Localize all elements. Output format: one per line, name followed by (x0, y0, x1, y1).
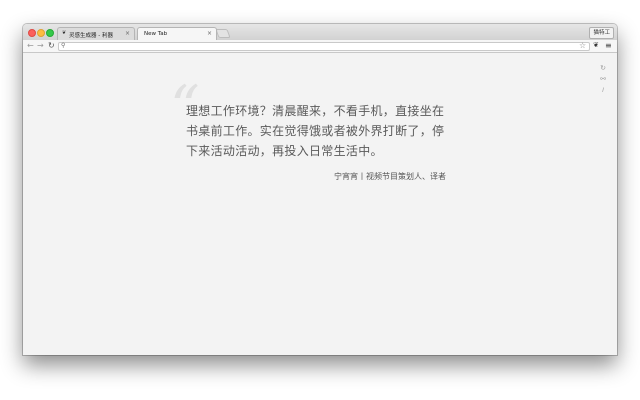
close-tab-icon[interactable]: × (207, 30, 212, 37)
tab-new-tab[interactable]: New Tab × (137, 27, 217, 40)
bookmark-star-icon[interactable]: ☆ (579, 41, 586, 50)
tab-liqi[interactable]: ❦ 灵感生成器 - 利器 × (57, 27, 135, 40)
extension-icon[interactable]: ❦ (593, 41, 599, 49)
maximize-window-button[interactable] (46, 29, 54, 37)
forward-arrow-icon[interactable]: → (37, 41, 44, 51)
back-arrow-icon[interactable]: ← (27, 41, 34, 51)
toolbar: ← → ↻ ⚲ ☆ ❦ ≡ (23, 40, 617, 53)
quote-text: 理想工作环境？清晨醒来，不看手机，直接坐在书桌前工作。实在觉得饿或者被外界打断了… (186, 104, 445, 158)
tab-title: 灵感生成器 - 利器 (69, 32, 113, 39)
browser-window: ❦ 灵感生成器 - 利器 × New Tab × 猫特工 ← → ↻ ⚲ ☆ ❦… (23, 24, 617, 355)
link-icon[interactable]: ⚯ (597, 74, 609, 85)
minimize-window-button[interactable] (37, 29, 45, 37)
close-tab-icon[interactable]: × (125, 30, 130, 37)
profile-button[interactable]: 猫特工 (589, 27, 614, 39)
new-tab-button[interactable] (215, 29, 231, 38)
info-icon[interactable]: 𝑖 (597, 85, 609, 96)
new-tab-page: ↻ ⚯ 𝑖 “ 理想工作环境？清晨醒来，不看手机，直接坐在书桌前工作。实在觉得饿… (23, 53, 617, 355)
title-bar: ❦ 灵感生成器 - 利器 × New Tab × 猫特工 (23, 24, 617, 40)
quote-author: 宁宵宵丨视频节目策划人、译者 (334, 172, 446, 181)
refresh-icon[interactable]: ↻ (597, 63, 609, 74)
menu-icon[interactable]: ≡ (605, 41, 612, 50)
close-window-button[interactable] (28, 29, 36, 37)
side-actions: ↻ ⚯ 𝑖 (597, 63, 609, 96)
address-bar[interactable]: ⚲ (58, 42, 590, 51)
search-icon: ⚲ (61, 42, 66, 49)
liqi-favicon-icon: ❦ (62, 30, 67, 36)
tab-title: New Tab (144, 30, 168, 37)
reload-icon[interactable]: ↻ (48, 41, 55, 51)
